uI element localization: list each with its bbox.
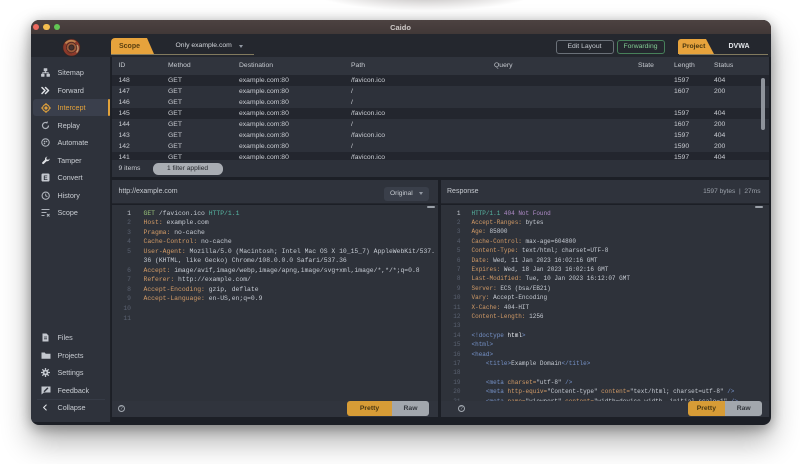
svg-text:E: E	[43, 175, 48, 182]
